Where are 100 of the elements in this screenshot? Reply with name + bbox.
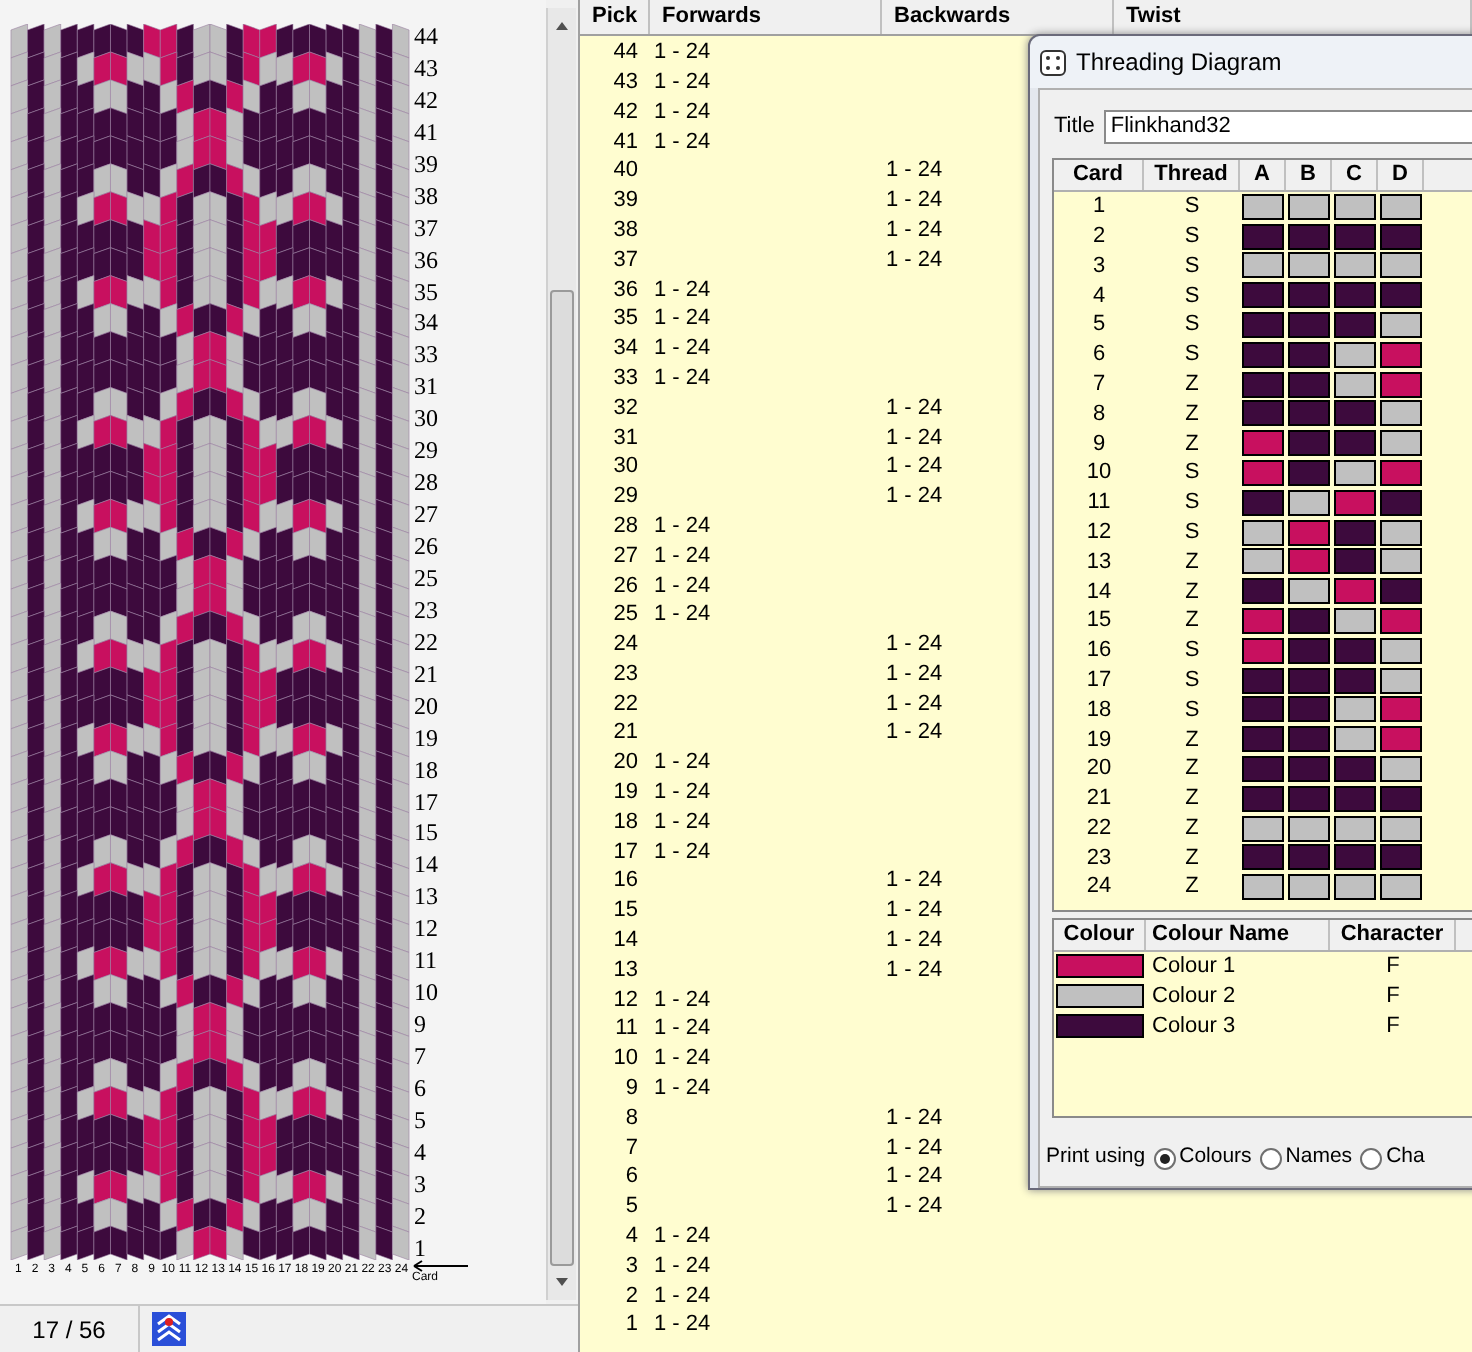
column-header[interactable]: Colour Name bbox=[1146, 920, 1330, 950]
hole-colour-swatch[interactable] bbox=[1380, 874, 1422, 901]
hole-colour-swatch[interactable] bbox=[1380, 400, 1422, 427]
print-option-radio[interactable]: Names bbox=[1259, 1142, 1353, 1174]
hole-colour-swatch[interactable] bbox=[1380, 844, 1422, 871]
hole-colour-swatch[interactable] bbox=[1288, 667, 1330, 694]
hole-colour-swatch[interactable] bbox=[1242, 282, 1284, 309]
hole-colour-swatch[interactable] bbox=[1380, 519, 1422, 546]
hole-colour-swatch[interactable] bbox=[1242, 608, 1284, 635]
hole-colour-swatch[interactable] bbox=[1288, 726, 1330, 753]
hole-colour-swatch[interactable] bbox=[1242, 785, 1284, 812]
hole-colour-swatch[interactable] bbox=[1380, 341, 1422, 368]
print-option-radio[interactable]: Cha bbox=[1360, 1142, 1425, 1174]
hole-colour-swatch[interactable] bbox=[1334, 844, 1376, 871]
hole-colour-swatch[interactable] bbox=[1242, 312, 1284, 339]
column-header[interactable]: A bbox=[1240, 160, 1286, 190]
hole-colour-swatch[interactable] bbox=[1242, 756, 1284, 783]
hole-colour-swatch[interactable] bbox=[1380, 696, 1422, 723]
hole-colour-swatch[interactable] bbox=[1242, 815, 1284, 842]
hole-colour-swatch[interactable] bbox=[1334, 578, 1376, 605]
colour-swatch[interactable] bbox=[1056, 954, 1144, 979]
hole-colour-swatch[interactable] bbox=[1380, 489, 1422, 516]
hole-colour-swatch[interactable] bbox=[1380, 193, 1422, 220]
hole-colour-swatch[interactable] bbox=[1242, 874, 1284, 901]
hole-colour-swatch[interactable] bbox=[1242, 548, 1284, 575]
hole-colour-swatch[interactable] bbox=[1334, 341, 1376, 368]
hole-colour-swatch[interactable] bbox=[1380, 608, 1422, 635]
hole-colour-swatch[interactable] bbox=[1334, 312, 1376, 339]
hole-colour-swatch[interactable] bbox=[1334, 785, 1376, 812]
hole-colour-swatch[interactable] bbox=[1242, 637, 1284, 664]
hole-colour-swatch[interactable] bbox=[1288, 548, 1330, 575]
hole-colour-swatch[interactable] bbox=[1242, 519, 1284, 546]
hole-colour-swatch[interactable] bbox=[1288, 696, 1330, 723]
hole-colour-swatch[interactable] bbox=[1288, 371, 1330, 398]
hole-colour-swatch[interactable] bbox=[1334, 193, 1376, 220]
hole-colour-swatch[interactable] bbox=[1334, 637, 1376, 664]
title-field[interactable]: Flinkhand32 bbox=[1104, 109, 1472, 143]
scrollbar-thumb[interactable] bbox=[550, 290, 574, 1266]
hole-colour-swatch[interactable] bbox=[1380, 223, 1422, 250]
hole-colour-swatch[interactable] bbox=[1380, 282, 1422, 309]
hole-colour-swatch[interactable] bbox=[1242, 430, 1284, 457]
hole-colour-swatch[interactable] bbox=[1288, 341, 1330, 368]
hole-colour-swatch[interactable] bbox=[1288, 578, 1330, 605]
hole-colour-swatch[interactable] bbox=[1288, 489, 1330, 516]
column-header[interactable]: Colour bbox=[1054, 920, 1146, 950]
hole-colour-swatch[interactable] bbox=[1288, 608, 1330, 635]
hole-colour-swatch[interactable] bbox=[1380, 312, 1422, 339]
hole-colour-swatch[interactable] bbox=[1288, 193, 1330, 220]
colour-swatch[interactable] bbox=[1056, 984, 1144, 1009]
hole-colour-swatch[interactable] bbox=[1242, 371, 1284, 398]
column-header[interactable]: B bbox=[1286, 160, 1332, 190]
hole-colour-swatch[interactable] bbox=[1380, 637, 1422, 664]
hole-colour-swatch[interactable] bbox=[1334, 489, 1376, 516]
hole-colour-swatch[interactable] bbox=[1334, 696, 1376, 723]
column-header[interactable]: D bbox=[1378, 160, 1424, 190]
hole-colour-swatch[interactable] bbox=[1334, 519, 1376, 546]
hole-colour-swatch[interactable] bbox=[1242, 193, 1284, 220]
hole-colour-swatch[interactable] bbox=[1334, 400, 1376, 427]
hole-colour-swatch[interactable] bbox=[1242, 460, 1284, 487]
hole-colour-swatch[interactable] bbox=[1288, 252, 1330, 279]
column-header[interactable]: Character bbox=[1330, 920, 1456, 950]
hole-colour-swatch[interactable] bbox=[1288, 460, 1330, 487]
column-header[interactable]: Card bbox=[1054, 160, 1144, 190]
hole-colour-swatch[interactable] bbox=[1334, 460, 1376, 487]
hole-colour-swatch[interactable] bbox=[1334, 815, 1376, 842]
column-header[interactable]: Forwards bbox=[650, 0, 882, 34]
hole-colour-swatch[interactable] bbox=[1288, 815, 1330, 842]
hole-colour-swatch[interactable] bbox=[1334, 548, 1376, 575]
hole-colour-swatch[interactable] bbox=[1242, 667, 1284, 694]
hole-colour-swatch[interactable] bbox=[1242, 696, 1284, 723]
scroll-up-icon[interactable] bbox=[556, 22, 568, 30]
scroll-down-icon[interactable] bbox=[556, 1278, 568, 1286]
hole-colour-swatch[interactable] bbox=[1242, 489, 1284, 516]
hole-colour-swatch[interactable] bbox=[1334, 371, 1376, 398]
hole-colour-swatch[interactable] bbox=[1242, 844, 1284, 871]
weave-pattern-icon[interactable] bbox=[152, 1312, 186, 1346]
vertical-scrollbar[interactable] bbox=[546, 8, 576, 1300]
column-header[interactable]: Thread bbox=[1144, 160, 1240, 190]
hole-colour-swatch[interactable] bbox=[1380, 578, 1422, 605]
column-header[interactable]: C bbox=[1332, 160, 1378, 190]
hole-colour-swatch[interactable] bbox=[1334, 252, 1376, 279]
hole-colour-swatch[interactable] bbox=[1242, 223, 1284, 250]
hole-colour-swatch[interactable] bbox=[1288, 312, 1330, 339]
hole-colour-swatch[interactable] bbox=[1288, 756, 1330, 783]
hole-colour-swatch[interactable] bbox=[1334, 726, 1376, 753]
hole-colour-swatch[interactable] bbox=[1334, 430, 1376, 457]
hole-colour-swatch[interactable] bbox=[1380, 756, 1422, 783]
hole-colour-swatch[interactable] bbox=[1380, 726, 1422, 753]
hole-colour-swatch[interactable] bbox=[1288, 844, 1330, 871]
hole-colour-swatch[interactable] bbox=[1288, 874, 1330, 901]
hole-colour-swatch[interactable] bbox=[1242, 341, 1284, 368]
hole-colour-swatch[interactable] bbox=[1380, 371, 1422, 398]
hole-colour-swatch[interactable] bbox=[1380, 667, 1422, 694]
hole-colour-swatch[interactable] bbox=[1288, 430, 1330, 457]
hole-colour-swatch[interactable] bbox=[1334, 223, 1376, 250]
hole-colour-swatch[interactable] bbox=[1242, 578, 1284, 605]
hole-colour-swatch[interactable] bbox=[1380, 815, 1422, 842]
hole-colour-swatch[interactable] bbox=[1288, 282, 1330, 309]
hole-colour-swatch[interactable] bbox=[1288, 637, 1330, 664]
hole-colour-swatch[interactable] bbox=[1334, 282, 1376, 309]
